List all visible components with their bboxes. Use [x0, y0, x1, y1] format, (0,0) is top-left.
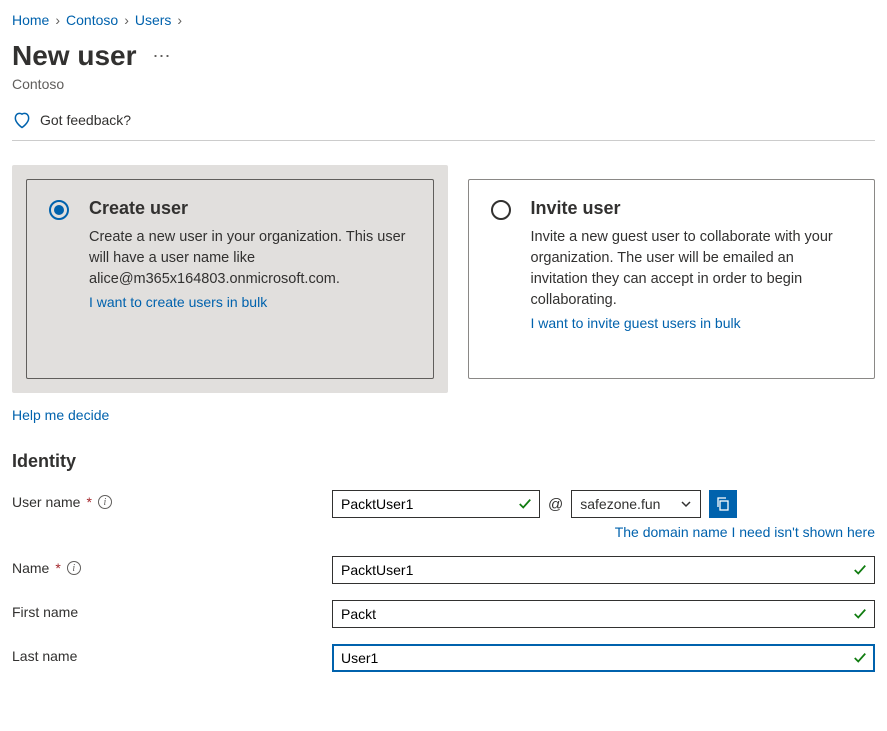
chevron-right-icon: › [55, 12, 60, 28]
title-row: New user ⋯ [12, 40, 875, 72]
firstname-label: First name [12, 604, 78, 620]
breadcrumb-contoso[interactable]: Contoso [66, 12, 118, 28]
check-icon [853, 563, 867, 577]
domain-select[interactable]: safezone.fun [571, 490, 701, 518]
username-input[interactable] [332, 490, 540, 518]
name-label: Name [12, 560, 49, 576]
page-title: New user [12, 40, 137, 72]
username-label: User name [12, 494, 80, 510]
name-input[interactable] [332, 556, 875, 584]
more-actions-button[interactable]: ⋯ [153, 46, 173, 67]
radio-create-user[interactable] [49, 200, 69, 220]
lastname-label: Last name [12, 648, 77, 664]
help-me-decide-link[interactable]: Help me decide [12, 407, 109, 423]
row-firstname: First name [12, 600, 875, 628]
option-invite-desc: Invite a new guest user to collaborate w… [531, 227, 853, 311]
breadcrumb-users[interactable]: Users [135, 12, 172, 28]
copy-button[interactable] [709, 490, 737, 518]
user-type-options: Create user Create a new user in your or… [12, 165, 875, 393]
chevron-right-icon: › [124, 12, 129, 28]
check-icon [853, 651, 867, 665]
row-lastname: Last name [12, 644, 875, 672]
radio-invite-user[interactable] [491, 200, 511, 220]
breadcrumb-home[interactable]: Home [12, 12, 49, 28]
option-create-desc: Create a new user in your organization. … [89, 227, 411, 290]
invite-users-bulk-link[interactable]: I want to invite guest users in bulk [531, 315, 853, 331]
chevron-down-icon [680, 498, 692, 510]
required-asterisk: * [86, 494, 91, 510]
chevron-right-icon: › [177, 12, 182, 28]
row-username: User name * i @ safezone.fun [12, 490, 875, 540]
check-icon [853, 607, 867, 621]
option-invite-title: Invite user [531, 198, 853, 219]
heart-icon [12, 110, 32, 130]
row-name: Name * i [12, 556, 875, 584]
info-icon[interactable]: i [98, 495, 112, 509]
domain-value: safezone.fun [580, 496, 660, 512]
copy-icon [715, 496, 731, 512]
domain-not-shown-link[interactable]: The domain name I need isn't shown here [615, 524, 875, 540]
breadcrumb: Home › Contoso › Users › [12, 8, 875, 36]
section-identity-title: Identity [12, 451, 875, 472]
page-subtitle: Contoso [12, 76, 875, 92]
option-create-title: Create user [89, 198, 411, 219]
option-invite-user[interactable]: Invite user Invite a new guest user to c… [468, 165, 876, 393]
at-sign: @ [548, 496, 563, 513]
create-users-bulk-link[interactable]: I want to create users in bulk [89, 294, 411, 310]
info-icon[interactable]: i [67, 561, 81, 575]
feedback-text: Got feedback? [40, 112, 131, 128]
lastname-input[interactable] [332, 644, 875, 672]
required-asterisk: * [55, 560, 60, 576]
check-icon [518, 497, 532, 511]
option-create-user[interactable]: Create user Create a new user in your or… [12, 165, 448, 393]
firstname-input[interactable] [332, 600, 875, 628]
feedback-link[interactable]: Got feedback? [12, 104, 875, 141]
